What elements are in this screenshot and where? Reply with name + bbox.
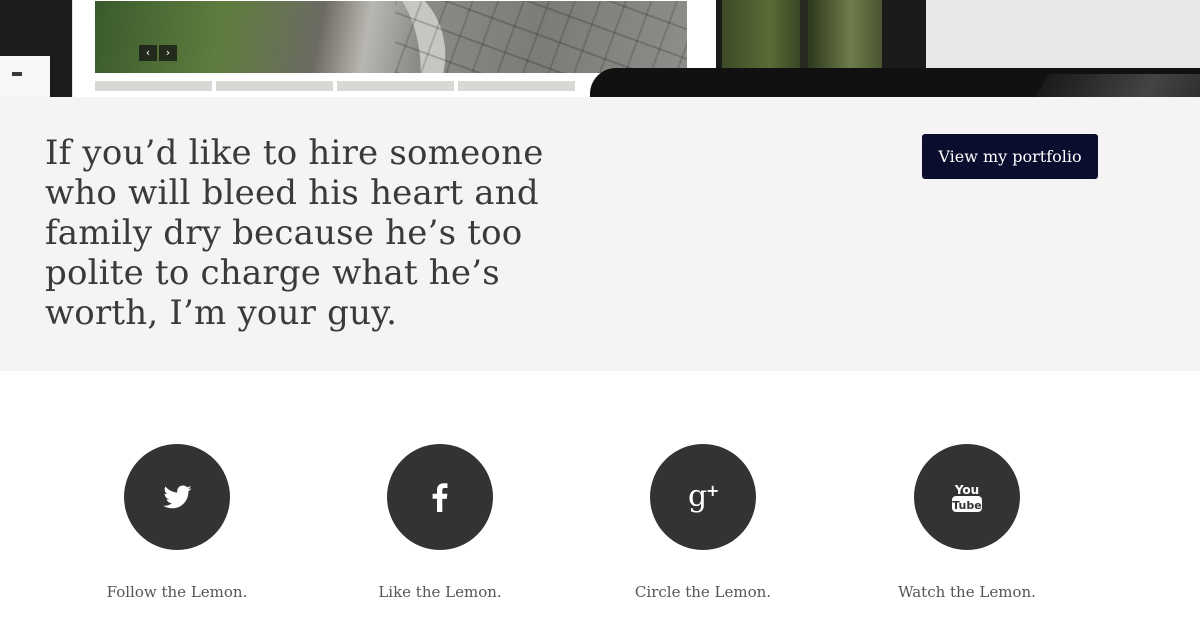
facebook-link[interactable]: [387, 444, 493, 550]
chevron-right-icon[interactable]: ›: [159, 45, 177, 61]
view-portfolio-button[interactable]: View my portfolio: [922, 134, 1098, 179]
thumbnail: [458, 81, 575, 91]
social-item-facebook: Like the Lemon.: [340, 444, 540, 602]
monitor-thumbnails: [95, 81, 575, 91]
youtube-icon: You Tube: [952, 483, 982, 512]
thumbnail: [337, 81, 454, 91]
hero-devices-image: ‹ ›: [0, 0, 1200, 97]
twitter-icon: [163, 485, 192, 509]
youtube-link[interactable]: You Tube: [914, 444, 1020, 550]
social-item-twitter: Follow the Lemon.: [77, 444, 277, 602]
svg-text:g: g: [688, 479, 707, 514]
slider-arrows: ‹ ›: [139, 45, 177, 61]
svg-text:+: +: [706, 481, 719, 500]
social-label-google-plus: Circle the Lemon.: [634, 583, 772, 601]
twitter-link[interactable]: [124, 444, 230, 550]
chevron-left-icon[interactable]: ‹: [139, 45, 157, 61]
social-section: Follow the Lemon. Like the Lemon. g + Ci…: [0, 371, 1200, 630]
hire-me-text: If you’d like to hire someone who will b…: [45, 133, 544, 333]
photo-pavers: [395, 1, 687, 73]
thumbnail: [216, 81, 333, 91]
google-plus-icon: g +: [688, 479, 719, 514]
tablet-right-screen: [722, 0, 882, 68]
hire-me-section: If you’d like to hire someone who will b…: [0, 97, 1200, 371]
laptop: [590, 68, 1200, 97]
tablet-left-screen: [0, 56, 50, 97]
monitor-photo: ‹ ›: [95, 1, 687, 73]
google-plus-link[interactable]: g +: [650, 444, 756, 550]
tablet-left-indicator: [12, 72, 22, 76]
social-label-youtube: Watch the Lemon.: [898, 583, 1036, 601]
facebook-icon: [432, 483, 448, 512]
social-item-google-plus: g + Circle the Lemon.: [603, 444, 803, 602]
social-item-youtube: You Tube Watch the Lemon.: [867, 444, 1067, 602]
social-label-facebook: Like the Lemon.: [378, 583, 502, 601]
svg-text:You: You: [954, 483, 979, 497]
social-label-twitter: Follow the Lemon.: [106, 583, 248, 601]
svg-text:Tube: Tube: [952, 499, 981, 512]
thumbnail: [95, 81, 212, 91]
